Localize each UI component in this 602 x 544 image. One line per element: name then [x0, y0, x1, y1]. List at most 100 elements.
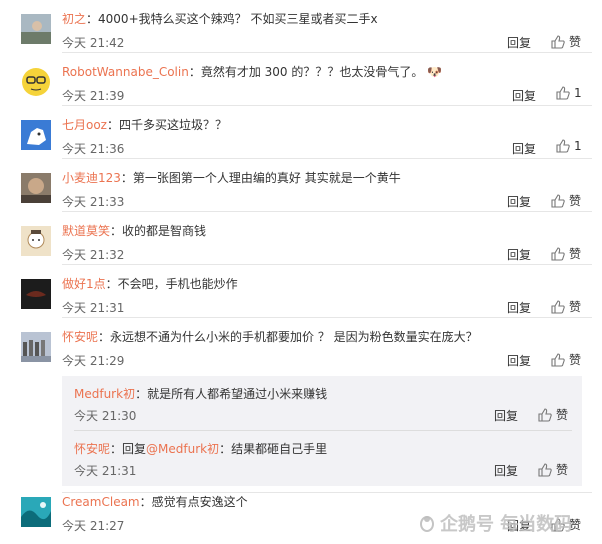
comment-item: 做好1点：不会吧，手机也能炒作 今天 21:31 回复 赞 — [0, 265, 602, 318]
like-button[interactable]: 赞 — [551, 192, 581, 209]
subreply-item: 怀安呢：回复@Medfurk初：结果都砸自己手里 今天 21:31 回复 赞 — [62, 431, 582, 486]
thumbs-up-icon — [551, 34, 565, 49]
avatar[interactable] — [21, 67, 51, 97]
separator: ： — [139, 495, 152, 509]
subreply-item: Medfurk初：就是所有人都希望通过小米来赚钱 今天 21:30 回复 赞 — [62, 376, 582, 431]
avatar[interactable] — [21, 279, 51, 309]
thumbs-up-icon — [551, 246, 565, 261]
thumbs-up-icon — [556, 139, 570, 153]
username-link[interactable]: 七月ooz — [62, 118, 107, 132]
like-count: 赞 — [569, 35, 582, 49]
thumbs-up-icon — [551, 299, 565, 314]
timestamp: 今天 21:29 — [62, 354, 125, 368]
mention-link[interactable]: @Medfurk初 — [146, 442, 219, 456]
reply-button[interactable]: 回复 — [494, 462, 518, 479]
timestamp: 今天 21:32 — [62, 248, 125, 262]
like-count: 赞 — [569, 300, 582, 314]
avatar[interactable] — [21, 14, 51, 44]
reply-button[interactable]: 回复 — [507, 246, 531, 263]
comment-text: 竟然有才加 300 的？？？也太没骨气了。 — [200, 65, 424, 79]
penguin-logo-icon — [420, 516, 434, 532]
comment-item: 七月ooz：四千多买这垃圾？？ 今天 21:36 回复 1 — [0, 106, 602, 159]
comment-text: 感觉有点安逸这个 — [151, 495, 248, 509]
timestamp: 今天 21:30 — [74, 409, 137, 423]
comment-text: 四千多买这垃圾？？ — [119, 118, 228, 132]
separator: ： — [106, 118, 119, 132]
subreply-box: Medfurk初：就是所有人都希望通过小米来赚钱 今天 21:30 回复 赞 怀… — [62, 376, 582, 486]
separator: ： — [98, 330, 111, 344]
timestamp: 今天 21:36 — [62, 142, 125, 156]
avatar[interactable] — [21, 497, 51, 527]
like-count: 赞 — [556, 408, 569, 422]
username-link[interactable]: 默道莫笑 — [62, 224, 110, 238]
like-button[interactable]: 赞 — [551, 33, 581, 50]
like-count: 赞 — [569, 247, 582, 261]
like-button[interactable]: 1 — [556, 86, 582, 100]
like-button[interactable]: 赞 — [538, 461, 568, 478]
comment-text: 收的都是智商钱 — [122, 224, 207, 238]
comment-item: 小麦迪123：第一张图第一个人理由编的真好 其实就是一个黄牛 今天 21:33 … — [0, 159, 602, 212]
like-button[interactable]: 赞 — [551, 245, 581, 262]
timestamp: 今天 21:31 — [74, 464, 137, 478]
separator: ： — [110, 442, 123, 456]
like-button[interactable]: 1 — [556, 139, 582, 153]
separator: ： — [110, 224, 123, 238]
timestamp: 今天 21:42 — [62, 36, 125, 50]
comment-text: 4000+我特么买这个辣鸡？ 不如买三星或者买二手x — [98, 12, 378, 26]
like-count: 1 — [574, 86, 582, 100]
watermark: 企鹅号 每当数码 — [418, 510, 572, 536]
comment-text: 第一张图第一个人理由编的真好 其实就是一个黄牛 — [132, 171, 401, 185]
timestamp: 今天 21:39 — [62, 89, 125, 103]
separator: ： — [188, 65, 201, 79]
thumbs-up-icon — [556, 86, 570, 100]
thumbs-up-icon — [551, 193, 565, 208]
watermark-text: 企鹅号 每当数码 — [440, 514, 573, 535]
separator: ： — [219, 442, 232, 456]
like-count: 1 — [574, 139, 582, 153]
comment-text: 不会吧，手机也能炒作 — [117, 277, 238, 291]
comment-text: 永远想不通为什么小米的手机都要加价 ？ 是因为粉色数量实在庞大？ — [110, 330, 478, 344]
reply-button[interactable]: 回复 — [494, 407, 518, 424]
thumbs-up-icon — [538, 407, 552, 422]
username-link[interactable]: CreamCleam — [62, 495, 140, 509]
dog-emoji-icon: 🐶 — [427, 65, 443, 79]
avatar[interactable] — [21, 173, 51, 203]
separator: ： — [86, 12, 99, 26]
username-link[interactable]: RobotWannabe_Colin — [62, 65, 189, 79]
subreply-text: 结果都砸自己手里 — [231, 442, 328, 456]
avatar[interactable] — [21, 226, 51, 256]
like-button[interactable]: 赞 — [538, 406, 568, 423]
separator: ： — [120, 171, 133, 185]
reply-button[interactable]: 回复 — [512, 87, 536, 104]
avatar[interactable] — [21, 332, 51, 362]
username-link[interactable]: 做好1点 — [62, 277, 106, 291]
comment-item: RobotWannabe_Colin：竟然有才加 300 的？？？也太没骨气了。… — [0, 53, 602, 106]
comment-item: 默道莫笑：收的都是智商钱 今天 21:32 回复 赞 — [0, 212, 602, 265]
reply-button[interactable]: 回复 — [507, 193, 531, 210]
like-count: 赞 — [556, 463, 569, 477]
like-count: 赞 — [569, 194, 582, 208]
username-link[interactable]: Medfurk初 — [74, 387, 135, 401]
username-link[interactable]: 初之 — [62, 12, 86, 26]
like-button[interactable]: 赞 — [551, 351, 581, 368]
reply-button[interactable]: 回复 — [507, 34, 531, 51]
avatar[interactable] — [21, 120, 51, 150]
reply-button[interactable]: 回复 — [507, 352, 531, 369]
timestamp: 今天 21:33 — [62, 195, 125, 209]
timestamp: 今天 21:31 — [62, 301, 125, 315]
like-count: 赞 — [569, 353, 582, 367]
comment-item: 初之：4000+我特么买这个辣鸡？ 不如买三星或者买二手x 今天 21:42 回… — [0, 0, 602, 53]
reply-button[interactable]: 回复 — [507, 299, 531, 316]
separator: ： — [105, 277, 118, 291]
thumbs-up-icon — [538, 462, 552, 477]
thumbs-up-icon — [551, 352, 565, 367]
like-button[interactable]: 赞 — [551, 298, 581, 315]
username-link[interactable]: 小麦迪123 — [62, 171, 121, 185]
username-link[interactable]: 怀安呢 — [74, 442, 110, 456]
separator: ： — [135, 387, 148, 401]
reply-button[interactable]: 回复 — [512, 140, 536, 157]
timestamp: 今天 21:27 — [62, 519, 125, 533]
username-link[interactable]: 怀安呢 — [62, 330, 98, 344]
reply-prefix: 回复 — [122, 442, 147, 456]
subreply-text: 就是所有人都希望通过小米来赚钱 — [147, 387, 328, 401]
